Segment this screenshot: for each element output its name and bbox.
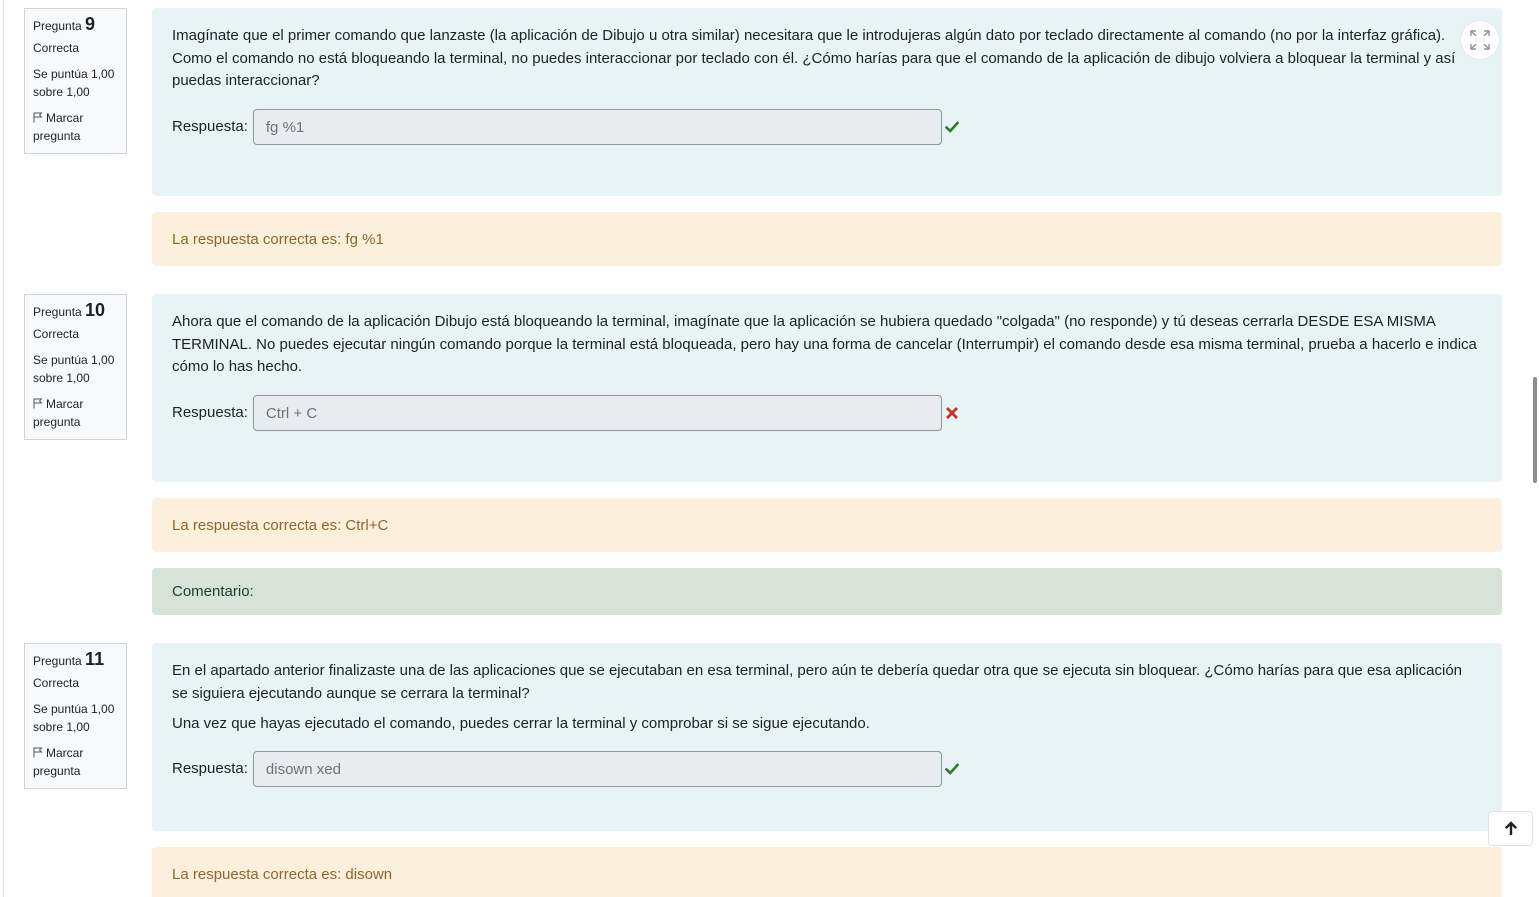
right-answer-text: La respuesta correcta es: disown bbox=[172, 865, 393, 883]
question-number-line: Pregunta 10 bbox=[33, 301, 118, 321]
flag-icon bbox=[33, 112, 43, 123]
check-icon bbox=[944, 763, 959, 775]
back-to-top-button[interactable] bbox=[1488, 811, 1533, 846]
question-label: Pregunta bbox=[33, 654, 82, 668]
answer-input[interactable] bbox=[252, 109, 942, 145]
answer-row: Respuesta: bbox=[172, 109, 959, 145]
expand-button[interactable] bbox=[1460, 20, 1500, 60]
answer-label: Respuesta: bbox=[172, 403, 248, 421]
flag-icon bbox=[33, 398, 43, 409]
right-answer-feedback: La respuesta correcta es: disown bbox=[152, 847, 1502, 897]
right-answer-feedback: La respuesta correcta es: Ctrl+C bbox=[152, 498, 1502, 552]
answer-input[interactable] bbox=[252, 751, 942, 787]
question-grade: Se puntúa 1,00 sobre 1,00 bbox=[33, 353, 115, 385]
question-formulation-11: En el apartado anterior finalizaste una … bbox=[152, 643, 1502, 831]
question-text-note: Una vez que hayas ejecutado el comando, … bbox=[172, 715, 870, 732]
comment-label: Comentario: bbox=[172, 583, 254, 600]
answer-label: Respuesta: bbox=[172, 759, 248, 777]
check-icon bbox=[944, 121, 959, 133]
flag-question-link[interactable]: Marcar pregunta bbox=[33, 109, 118, 145]
expand-icon bbox=[1470, 30, 1490, 50]
question-number-line: Pregunta 11 bbox=[33, 650, 118, 670]
question-state: Correcta bbox=[33, 41, 80, 55]
flag-icon bbox=[33, 747, 43, 758]
page-border bbox=[3, 0, 4, 897]
question-number: 9 bbox=[85, 14, 96, 34]
flag-question-link[interactable]: Marcar pregunta bbox=[33, 744, 118, 780]
question-info-11: Pregunta 11 Correcta Se puntúa 1,00 sobr… bbox=[24, 643, 127, 789]
right-answer-feedback: La respuesta correcta es: fg %1 bbox=[152, 212, 1502, 266]
question-text: Ahora que el comando de la aplicación Di… bbox=[172, 313, 1477, 375]
question-number-line: Pregunta 9 bbox=[33, 15, 118, 35]
arrow-up-icon bbox=[1504, 820, 1517, 835]
quiz-review-page: Pregunta 9 Correcta Se puntúa 1,00 sobre… bbox=[0, 0, 1539, 897]
question-number: 11 bbox=[85, 649, 105, 669]
cross-icon bbox=[945, 407, 958, 419]
right-answer-text: La respuesta correcta es: fg %1 bbox=[172, 230, 384, 248]
question-label: Pregunta bbox=[33, 19, 82, 33]
question-grade: Se puntúa 1,00 sobre 1,00 bbox=[33, 702, 115, 734]
answer-row: Respuesta: bbox=[172, 395, 959, 431]
question-text: En el apartado anterior finalizaste una … bbox=[172, 662, 1463, 702]
question-info-9: Pregunta 9 Correcta Se puntúa 1,00 sobre… bbox=[24, 8, 127, 154]
question-state: Correcta bbox=[33, 327, 80, 341]
question-grade: Se puntúa 1,00 sobre 1,00 bbox=[33, 67, 115, 99]
question-number: 10 bbox=[85, 300, 106, 320]
answer-row: Respuesta: bbox=[172, 751, 959, 787]
answer-input[interactable] bbox=[252, 395, 942, 431]
question-formulation-10: Ahora que el comando de la aplicación Di… bbox=[152, 294, 1502, 482]
comment-box: Comentario: bbox=[152, 568, 1502, 615]
question-label: Pregunta bbox=[33, 305, 82, 319]
flag-question-link[interactable]: Marcar pregunta bbox=[33, 395, 118, 431]
answer-label: Respuesta: bbox=[172, 117, 248, 135]
right-answer-text: La respuesta correcta es: Ctrl+C bbox=[172, 516, 389, 534]
question-state: Correcta bbox=[33, 676, 80, 690]
question-info-10: Pregunta 10 Correcta Se puntúa 1,00 sobr… bbox=[24, 294, 127, 440]
question-formulation-9: Imagínate que el primer comando que lanz… bbox=[152, 8, 1502, 196]
question-text: Imagínate que el primer comando que lanz… bbox=[172, 27, 1456, 89]
scrollbar-thumb[interactable] bbox=[1533, 377, 1537, 483]
